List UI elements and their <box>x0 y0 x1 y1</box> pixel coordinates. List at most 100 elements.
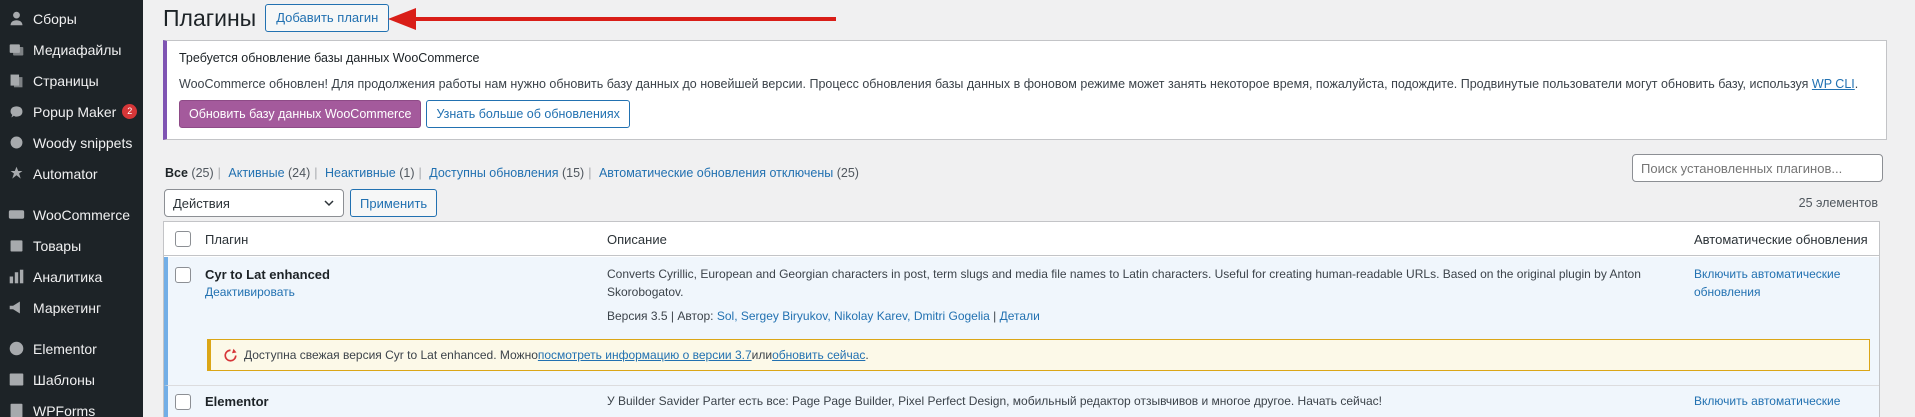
sidebar-item-woody-snippets[interactable]: Woody snippets <box>0 127 143 158</box>
templates-icon <box>8 371 25 388</box>
sidebar-item-collections[interactable]: Сборы <box>0 3 143 34</box>
update-notice-text: Доступна свежая версия Cyr to Lat enhanc… <box>244 348 538 362</box>
plugin-status-filters: Все (25) | Активные (24) | Неактивные (1) |… <box>165 166 859 180</box>
page-title: Плагины <box>163 4 257 31</box>
column-plugin: Плагин <box>205 232 249 247</box>
view-version-details-link[interactable]: посмотреть информацию о версии 3.7 <box>538 348 752 362</box>
sidebar-item-label: Аналитика <box>33 268 103 285</box>
analytics-icon <box>8 268 25 285</box>
bulk-actions-value: Действия <box>173 195 230 211</box>
sidebar-item-media[interactable]: Медиафайлы <box>0 34 143 65</box>
sidebar-item-label: Шаблоны <box>33 371 95 388</box>
row-checkbox[interactable] <box>175 267 191 283</box>
sidebar-item-elementor[interactable]: Elementor <box>0 333 143 364</box>
column-description: Описание <box>607 232 667 247</box>
filter-active[interactable]: Активные <box>228 166 284 180</box>
sidebar-item-label: Медиафайлы <box>33 41 122 58</box>
sidebar-item-templates[interactable]: Шаблоны <box>0 364 143 395</box>
sidebar-item-label: Страницы <box>33 72 99 89</box>
plugin-description: Converts Cyrillic, European and Georgian… <box>607 267 1641 299</box>
wpforms-icon <box>8 402 25 417</box>
elementor-icon <box>8 340 25 357</box>
media-icon <box>8 41 25 58</box>
sidebar-item-pages[interactable]: Страницы <box>0 65 143 96</box>
sidebar-item-products[interactable]: Товары <box>0 230 143 261</box>
update-notice-end: . <box>865 348 869 362</box>
notice-text-end: . <box>1854 77 1859 91</box>
filter-active-count: (24) <box>288 166 311 180</box>
notice-body: WooCommerce обновлен! Для продолжения ра… <box>179 77 1812 91</box>
apply-button[interactable]: Применить <box>350 189 438 217</box>
woocommerce-db-update-notice: Требуется обновление базы данных WooComm… <box>163 40 1887 140</box>
enable-auto-updates-link[interactable]: Включить автоматические <box>1694 392 1844 410</box>
items-count: 25 элементов <box>1798 196 1878 210</box>
sidebar-item-woocommerce[interactable]: WooCommerce <box>0 199 143 230</box>
learn-more-updates-button[interactable]: Узнать больше об обновлениях <box>426 100 630 128</box>
sidebar-item-analytics[interactable]: Аналитика <box>0 261 143 292</box>
sidebar-item-marketing[interactable]: Маркетинг <box>0 292 143 323</box>
filter-auto-updates-count: (25) <box>836 166 859 180</box>
add-plugin-button[interactable]: Добавить плагин <box>265 4 390 32</box>
table-row: Cyr to Lat enhanced Деактивировать Conve… <box>164 257 1879 385</box>
column-auto-updates: Автоматические обновления <box>1694 232 1868 247</box>
admin-sidebar: Сборы Медиафайлы Страницы Popup Maker 2 … <box>0 0 143 417</box>
person-icon <box>8 10 25 27</box>
update-notice-middle: или <box>751 348 773 362</box>
authors-link[interactable]: Sol, Sergey Biryukov, Nikolay Karev, Dmi… <box>717 309 990 323</box>
sidebar-item-label: Automator <box>33 165 98 182</box>
red-arrow-icon <box>388 8 836 30</box>
update-database-button[interactable]: Обновить базу данных WooCommerce <box>179 100 422 128</box>
sidebar-item-popup-maker[interactable]: Popup Maker 2 <box>0 96 143 127</box>
filter-updates-available[interactable]: Доступны обновления <box>429 166 558 180</box>
update-now-link[interactable]: обновить сейчас <box>772 348 865 362</box>
table-row: Elementor У Builder Savider Parter есть … <box>164 385 1879 417</box>
notice-text: WooCommerce обновлен! Для продолжения ра… <box>179 77 1874 91</box>
plugin-name: Elementor <box>205 394 269 409</box>
woocommerce-icon <box>8 206 25 223</box>
filter-inactive-count: (1) <box>399 166 415 180</box>
sidebar-item-automator[interactable]: Automator <box>0 158 143 189</box>
bulk-actions-select[interactable]: Действия <box>164 189 344 217</box>
popup-icon <box>8 103 25 120</box>
pages-icon <box>8 72 25 89</box>
plugin-name: Cyr to Lat enhanced <box>205 267 330 282</box>
deactivate-link[interactable]: Деактивировать <box>205 285 295 299</box>
search-plugins-input[interactable] <box>1632 154 1883 182</box>
bulk-actions: Действия Применить <box>164 189 438 217</box>
row-checkbox[interactable] <box>175 394 191 410</box>
filter-inactive[interactable]: Неактивные <box>325 166 396 180</box>
select-all-checkbox[interactable] <box>175 231 191 247</box>
plugin-version: Версия 3.5 | Автор: <box>607 309 717 323</box>
sidebar-item-label: Товары <box>33 237 82 254</box>
plugin-update-notice: Доступна свежая версия Cyr to Lat enhanc… <box>207 339 1870 371</box>
automator-icon <box>8 165 25 182</box>
meta-separator: | <box>989 309 1000 323</box>
filter-auto-updates-disabled[interactable]: Автоматические обновления отключены <box>599 166 833 180</box>
sidebar-item-wpforms[interactable]: WPForms <box>0 395 143 417</box>
update-icon <box>224 348 237 362</box>
notice-title: Требуется обновление базы данных WooComm… <box>179 51 480 65</box>
snippet-icon <box>8 134 25 151</box>
main-content: Плагины Добавить плагин Требуется обновл… <box>163 0 1915 417</box>
details-link[interactable]: Детали <box>1000 309 1040 323</box>
plugin-description: У Builder Savider Parter есть все: Page … <box>607 394 1382 408</box>
sidebar-item-label: Elementor <box>33 340 97 357</box>
plugins-table: Плагин Описание Автоматические обновлени… <box>163 221 1880 417</box>
sidebar-item-label: Сборы <box>33 10 77 27</box>
plugin-meta: Версия 3.5 | Автор: Sol, Sergey Biryukov… <box>607 309 1040 323</box>
sidebar-item-label: Popup Maker <box>33 103 117 120</box>
filter-all-count: (25) <box>191 166 214 180</box>
wp-cli-link[interactable]: WP CLI <box>1812 77 1855 91</box>
products-icon <box>8 237 25 254</box>
page-header: Плагины Добавить плагин <box>163 4 390 32</box>
marketing-icon <box>8 299 25 316</box>
enable-auto-updates-link[interactable]: Включить автоматические обновления <box>1694 265 1844 301</box>
notification-badge: 2 <box>122 104 138 119</box>
sidebar-item-label: WPForms <box>33 402 96 417</box>
table-header: Плагин Описание Автоматические обновлени… <box>164 222 1879 256</box>
filter-all[interactable]: Все <box>165 166 188 180</box>
sidebar-item-label: WooCommerce <box>33 206 130 223</box>
chevron-down-icon <box>324 200 334 207</box>
sidebar-item-label: Маркетинг <box>33 299 102 316</box>
sidebar-item-label: Woody snippets <box>33 134 133 151</box>
